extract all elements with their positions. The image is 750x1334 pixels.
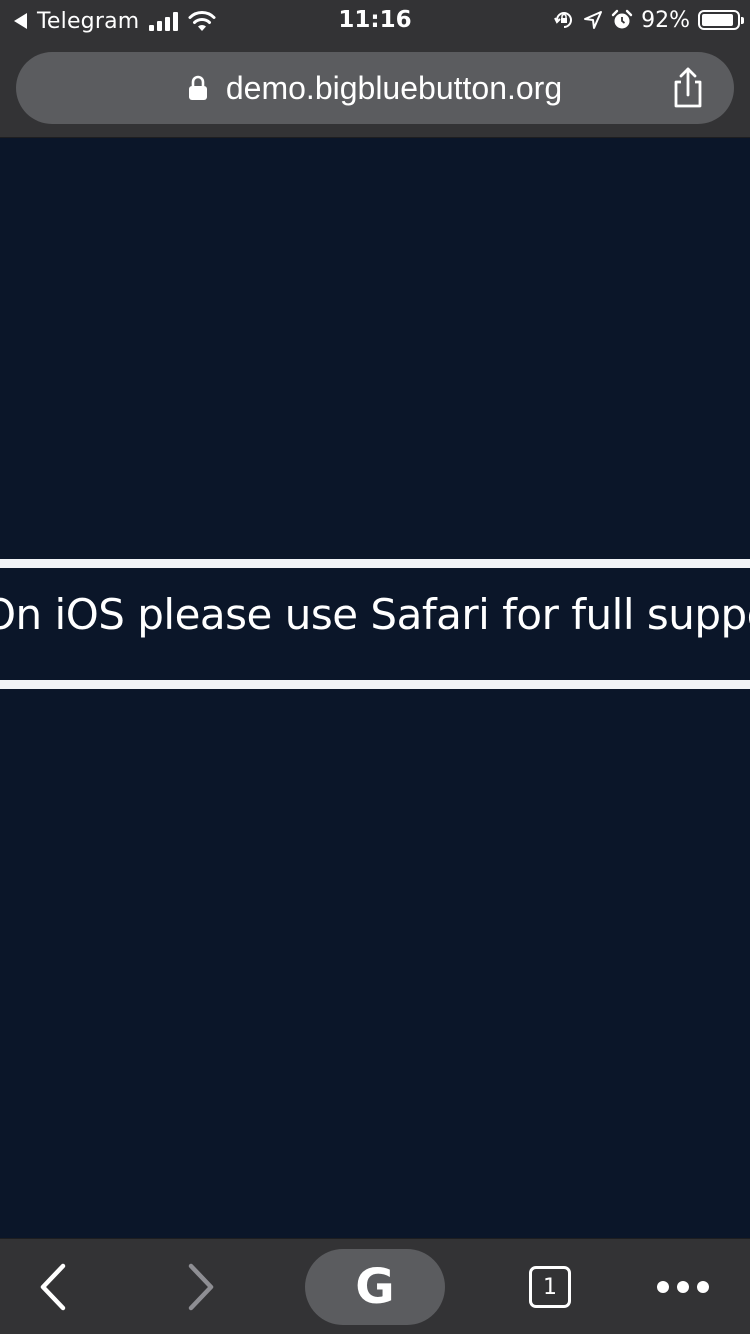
back-icon bbox=[40, 1263, 66, 1311]
more-icon bbox=[657, 1281, 709, 1293]
alarm-icon bbox=[611, 9, 633, 29]
address-display: demo.bigbluebutton.org bbox=[16, 52, 734, 124]
location-icon bbox=[584, 11, 603, 29]
status-right-cluster: 92% bbox=[553, 6, 744, 34]
url-text: demo.bigbluebutton.org bbox=[225, 69, 563, 106]
forward-button[interactable] bbox=[168, 1239, 234, 1334]
page-content: On iOS please use Safari for full suppor… bbox=[0, 138, 750, 1238]
tab-count: 1 bbox=[543, 1274, 557, 1300]
more-button[interactable] bbox=[648, 1239, 718, 1334]
share-icon[interactable] bbox=[668, 66, 708, 110]
browser-notice-banner: On iOS please use Safari for full suppor… bbox=[0, 559, 750, 689]
notice-text: On iOS please use Safari for full suppor… bbox=[0, 590, 750, 639]
tabs-button[interactable]: 1 bbox=[520, 1239, 580, 1334]
google-search-button[interactable]: G bbox=[305, 1249, 445, 1325]
back-button[interactable] bbox=[20, 1239, 86, 1334]
forward-icon bbox=[188, 1263, 214, 1311]
rotation-lock-icon bbox=[554, 12, 573, 28]
battery-percent: 92% bbox=[641, 7, 690, 33]
lock-icon bbox=[188, 75, 207, 100]
browser-bottom-toolbar: G 1 bbox=[0, 1238, 750, 1334]
status-bar: Telegram 11:16 92% bbox=[0, 0, 750, 40]
battery-icon bbox=[698, 10, 744, 30]
address-bar[interactable]: demo.bigbluebutton.org bbox=[16, 52, 734, 124]
browser-top-chrome: Telegram 11:16 92% demo.bigbluebutton.or… bbox=[0, 0, 750, 138]
battery-level bbox=[702, 14, 734, 26]
tabs-icon: 1 bbox=[529, 1266, 571, 1308]
google-icon: G bbox=[355, 1259, 395, 1315]
browser-screen: Telegram 11:16 92% demo.bigbluebutton.or… bbox=[0, 0, 750, 1334]
